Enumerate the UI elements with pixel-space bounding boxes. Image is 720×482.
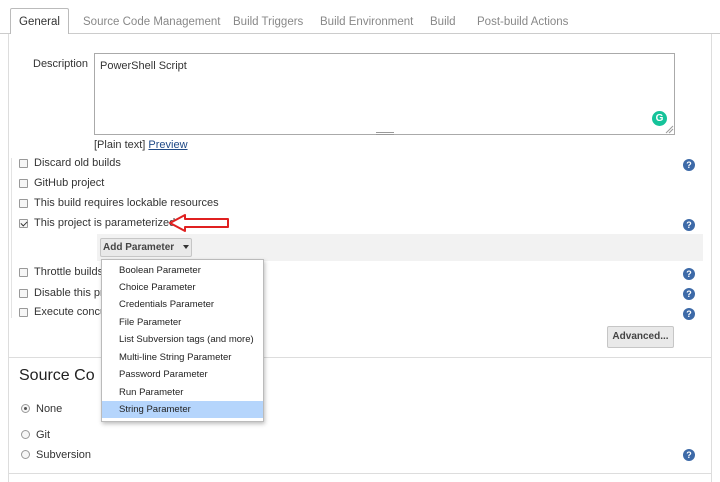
help-icon[interactable]: ? bbox=[683, 268, 695, 280]
add-parameter-menu: Boolean Parameter Choice Parameter Crede… bbox=[101, 259, 264, 422]
github-project-checkbox[interactable] bbox=[19, 179, 28, 188]
lockable-resources-checkbox[interactable] bbox=[19, 199, 28, 208]
execute-concurrent-checkbox[interactable] bbox=[19, 308, 28, 317]
scm-none-radio[interactable] bbox=[21, 404, 30, 413]
help-icon[interactable]: ? bbox=[683, 288, 695, 300]
menu-item-password-parameter[interactable]: Password Parameter bbox=[102, 366, 263, 383]
format-note: [Plain text] Preview bbox=[94, 139, 188, 151]
scm-git-radio[interactable] bbox=[21, 430, 30, 439]
scm-option-label: None bbox=[36, 403, 63, 415]
tab-bar: General Source Code Management Build Tri… bbox=[0, 0, 720, 35]
description-textarea[interactable]: PowerShell Script bbox=[94, 53, 675, 135]
throttle-builds-checkbox[interactable] bbox=[19, 268, 28, 277]
help-icon[interactable]: ? bbox=[683, 449, 695, 461]
preview-link[interactable]: Preview bbox=[148, 139, 187, 151]
tab-post-build-actions[interactable]: Post-build Actions bbox=[469, 10, 576, 35]
dropdown-caret-icon bbox=[182, 245, 189, 250]
section-divider-line bbox=[11, 158, 12, 318]
tab-source-code-management[interactable]: Source Code Management bbox=[75, 10, 228, 35]
parameterized-checkbox[interactable] bbox=[19, 219, 28, 228]
scm-option-label: Git bbox=[36, 429, 51, 441]
scm-option-label: Subversion bbox=[36, 449, 92, 461]
description-label: Description bbox=[33, 58, 89, 70]
add-parameter-label: Add Parameter bbox=[103, 242, 175, 253]
section-separator bbox=[8, 473, 712, 474]
annotation-arrow-icon bbox=[169, 214, 229, 232]
option-label: GitHub project bbox=[34, 177, 105, 189]
menu-item-list-subversion-tags[interactable]: List Subversion tags (and more) bbox=[102, 331, 263, 348]
add-parameter-button[interactable]: Add Parameter bbox=[100, 238, 192, 257]
menu-item-multiline-string-parameter[interactable]: Multi-line String Parameter bbox=[102, 349, 263, 366]
help-icon[interactable]: ? bbox=[683, 308, 695, 320]
tab-build[interactable]: Build bbox=[422, 10, 464, 35]
section-title-source-code: Source Co bbox=[19, 367, 95, 384]
menu-item-file-parameter[interactable]: File Parameter bbox=[102, 314, 263, 331]
option-label: Execute concu bbox=[34, 306, 107, 318]
tab-build-environment[interactable]: Build Environment bbox=[312, 10, 421, 35]
help-icon[interactable]: ? bbox=[683, 219, 695, 231]
advanced-button[interactable]: Advanced... bbox=[607, 326, 674, 348]
tab-build-triggers[interactable]: Build Triggers bbox=[225, 10, 311, 35]
menu-item-run-parameter[interactable]: Run Parameter bbox=[102, 384, 263, 401]
textarea-resize-grip[interactable] bbox=[94, 132, 675, 136]
option-label: Disable this pr bbox=[34, 287, 104, 299]
menu-item-credentials-parameter[interactable]: Credentials Parameter bbox=[102, 296, 263, 313]
option-label: This build requires lockable resources bbox=[34, 197, 219, 209]
grammarly-icon[interactable]: G bbox=[652, 111, 667, 126]
menu-item-string-parameter[interactable]: String Parameter bbox=[102, 401, 263, 418]
option-label: Throttle builds bbox=[34, 266, 104, 278]
help-icon[interactable]: ? bbox=[683, 159, 695, 171]
scm-subversion-radio[interactable] bbox=[21, 450, 30, 459]
option-label: This project is parameterized bbox=[34, 217, 176, 229]
plain-text-label: [Plain text] bbox=[94, 139, 146, 151]
disable-project-checkbox[interactable] bbox=[19, 289, 28, 298]
discard-old-builds-checkbox[interactable] bbox=[19, 159, 28, 168]
menu-item-choice-parameter[interactable]: Choice Parameter bbox=[102, 279, 263, 296]
tab-general[interactable]: General bbox=[10, 8, 69, 35]
option-label: Discard old builds bbox=[34, 157, 121, 169]
menu-item-boolean-parameter[interactable]: Boolean Parameter bbox=[102, 262, 263, 279]
resize-corner-icon[interactable] bbox=[665, 125, 674, 134]
